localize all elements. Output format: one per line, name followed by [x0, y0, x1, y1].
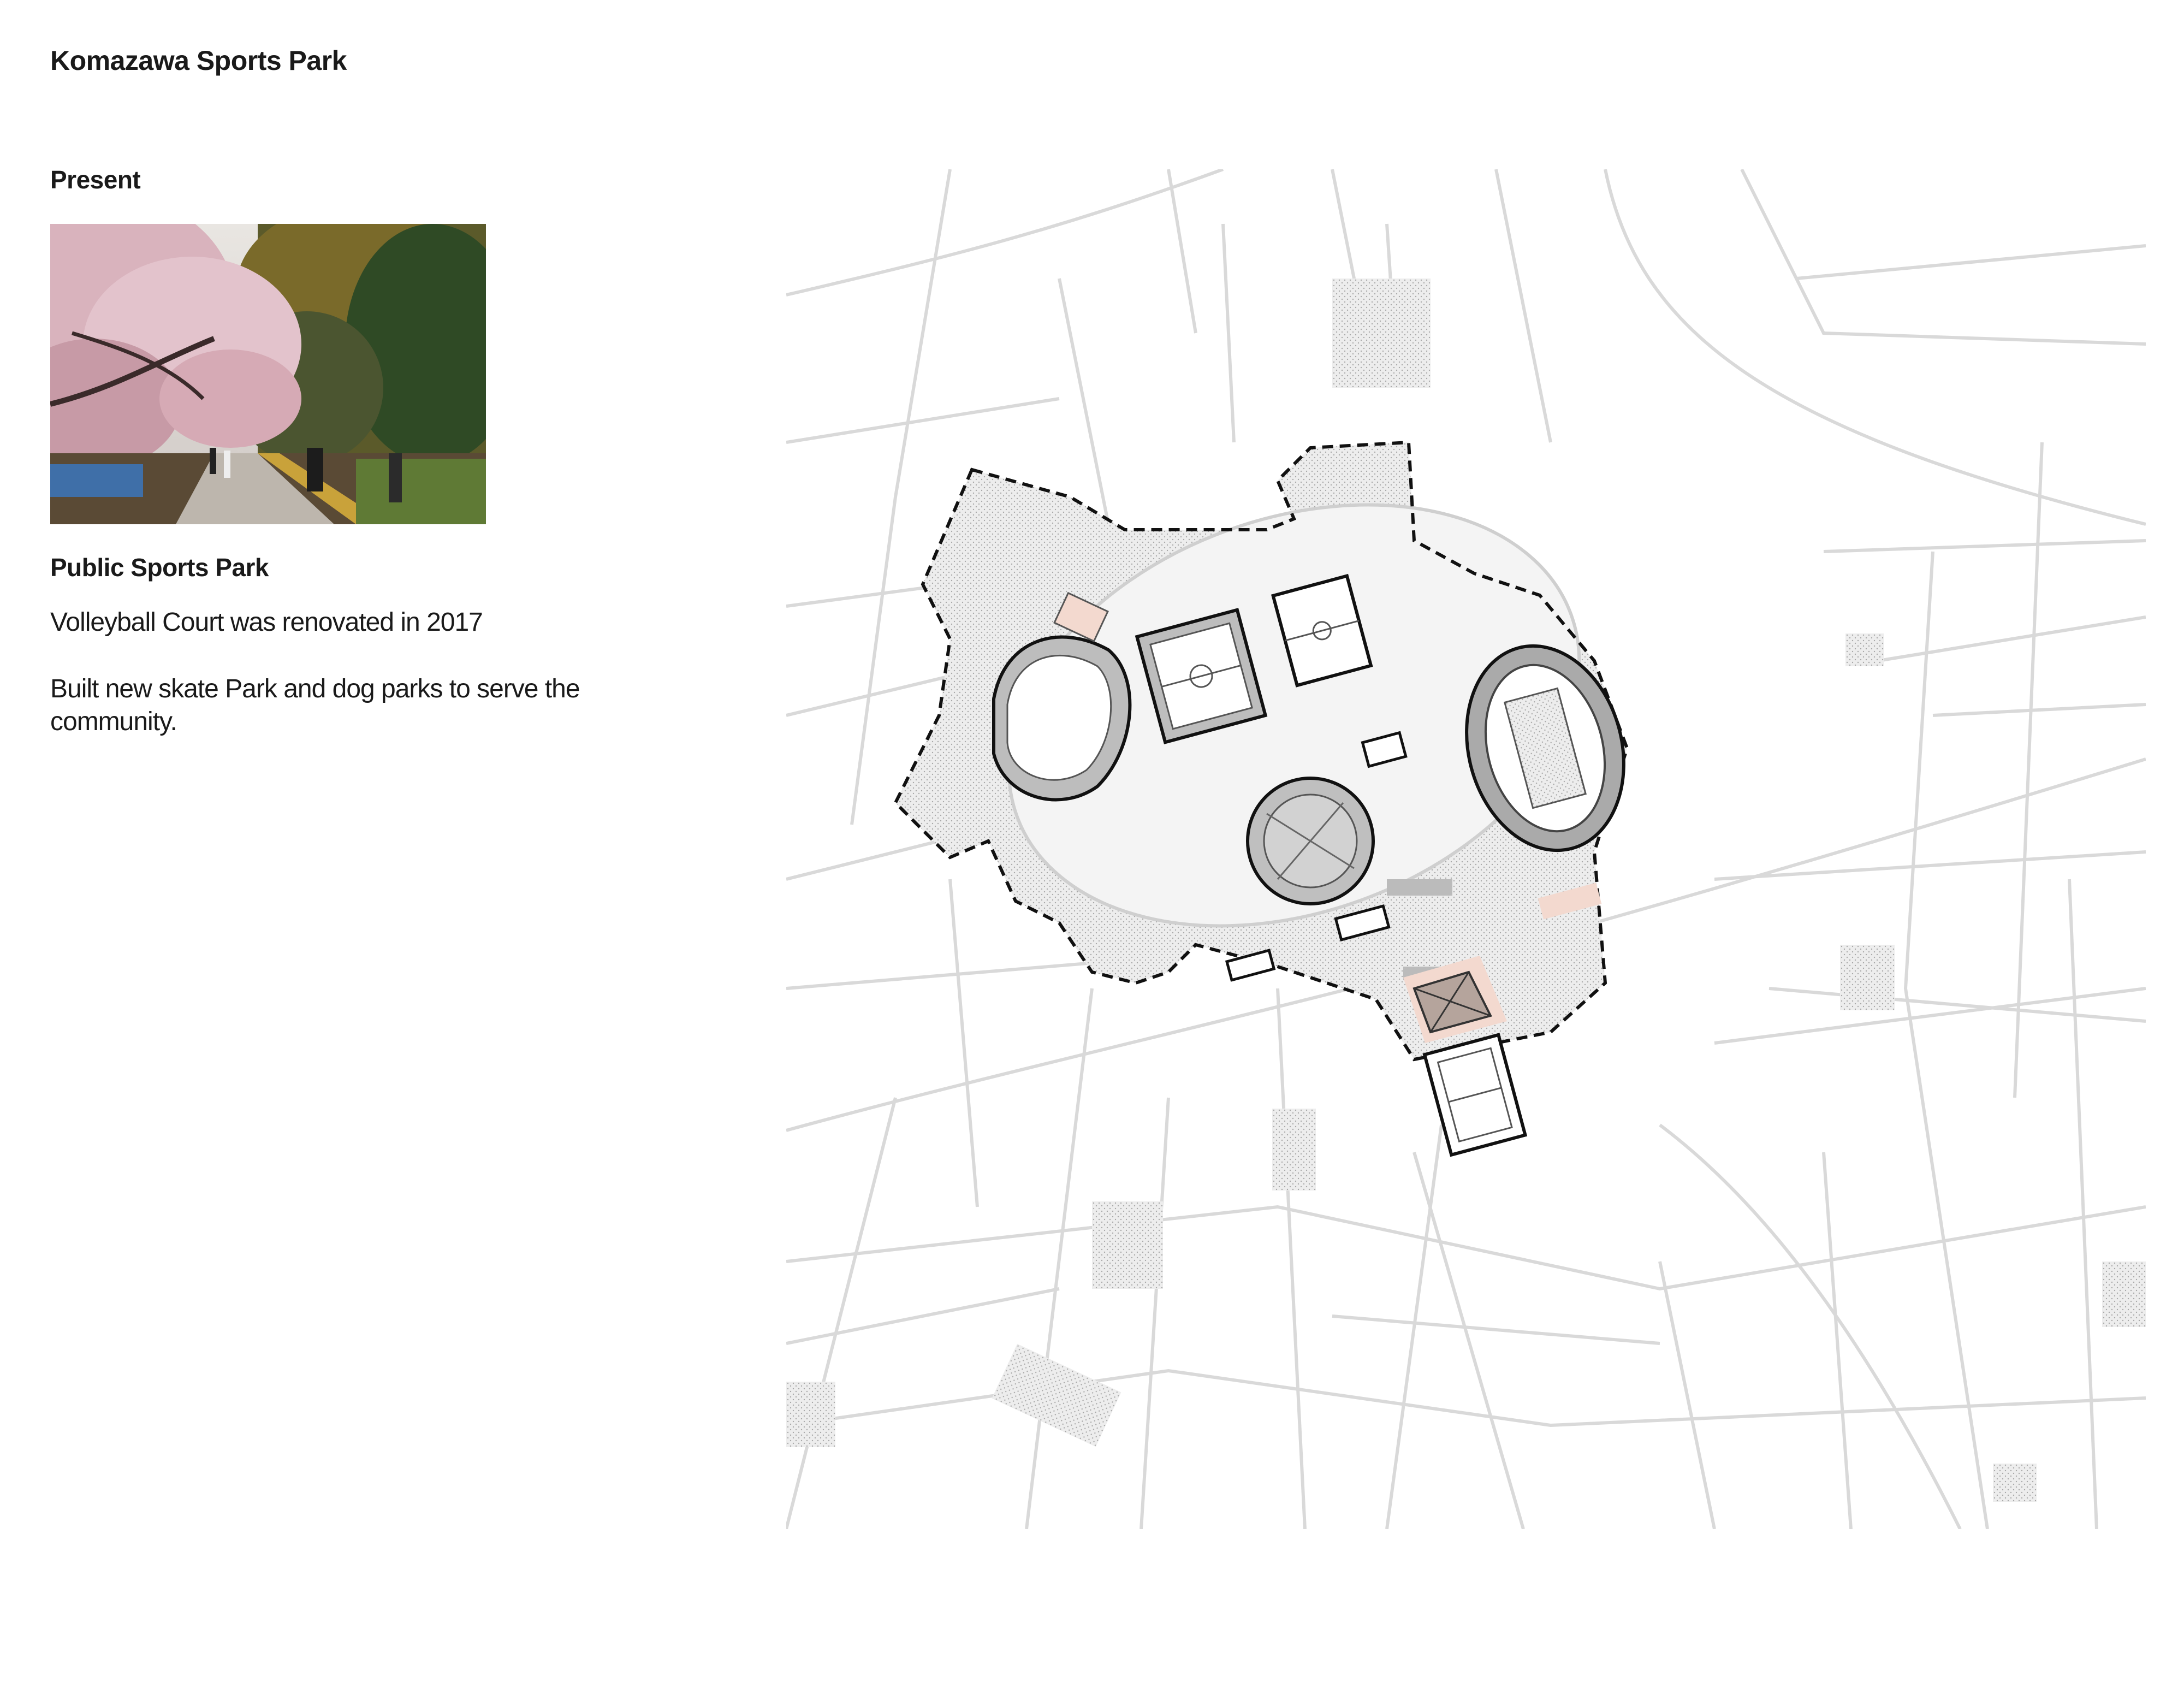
park-label: Public Sports Park	[50, 553, 269, 582]
page-title: Komazawa Sports Park	[50, 45, 347, 76]
note-volleyball: Volleyball Court was renovated in 2017	[50, 608, 483, 637]
gymnasium	[1246, 777, 1375, 905]
site-plan-map	[786, 169, 2146, 1529]
park-photo	[50, 224, 486, 524]
note-skate-dog: Built new skate Park and dog parks to se…	[50, 674, 580, 736]
section-heading: Present	[50, 165, 141, 194]
